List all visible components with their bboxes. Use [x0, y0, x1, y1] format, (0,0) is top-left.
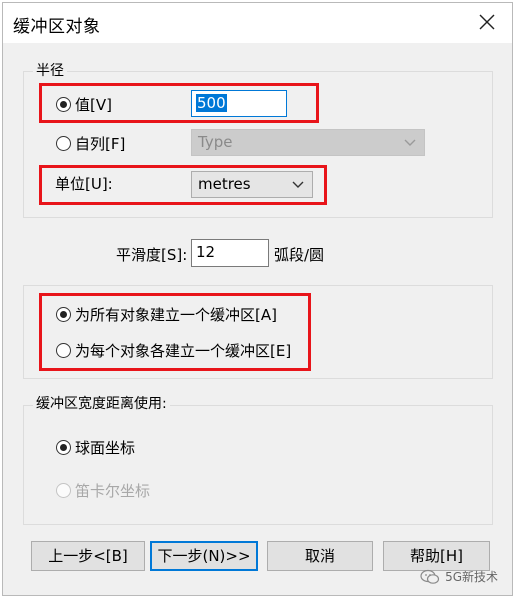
chevron-down-icon — [292, 181, 304, 188]
mode-each-radio[interactable] — [56, 342, 71, 358]
back-button[interactable]: 上一步<[B] — [31, 541, 145, 571]
cartesian-radio — [56, 482, 71, 498]
watermark: 5G新技术 — [420, 568, 498, 585]
spherical-label: 球面坐标 — [75, 438, 136, 457]
distance-group — [23, 405, 493, 525]
smoothness-unit: 弧段/圆 — [274, 246, 325, 264]
cancel-button[interactable]: 取消 — [267, 541, 373, 571]
close-icon — [479, 14, 495, 30]
mode-each-option[interactable]: 为每个对象各建立一个缓冲区[E] — [56, 338, 291, 362]
close-button[interactable] — [476, 11, 498, 33]
value-radio[interactable] — [56, 96, 71, 112]
spherical-option[interactable]: 球面坐标 — [56, 435, 135, 459]
dialog-body: 半径 值[V] 500 自列[F] Type 单位[U]: metres 平滑度… — [3, 43, 512, 595]
cartesian-option: 笛卡尔坐标 — [56, 478, 150, 502]
smoothness-label: 平滑度[S]: — [116, 246, 188, 264]
help-button[interactable]: 帮助[H] — [383, 541, 490, 571]
wechat-icon — [420, 569, 440, 584]
buffer-mode-group — [23, 285, 493, 379]
mode-each-label: 为每个对象各建立一个缓冲区[E] — [75, 341, 292, 360]
mode-all-radio[interactable] — [56, 306, 71, 322]
next-button[interactable]: 下一步(N)>> — [150, 541, 258, 571]
value-radio-option[interactable]: 值[V] — [56, 92, 112, 116]
radius-value-input[interactable]: 500 — [191, 90, 287, 117]
unit-label: 单位[U]: — [55, 175, 113, 193]
field-radio-label: 自列[F] — [75, 134, 126, 153]
field-radio[interactable] — [56, 135, 71, 151]
cartesian-label: 笛卡尔坐标 — [75, 481, 151, 500]
radius-value-text: 500 — [196, 94, 227, 112]
distance-group-legend: 缓冲区宽度距离使用: — [33, 396, 170, 412]
dialog-window: 缓冲区对象 半径 值[V] 500 自列[F] Type 单位[U]: metr… — [2, 2, 513, 596]
field-combo: Type — [191, 129, 425, 156]
value-radio-label: 值[V] — [75, 95, 112, 114]
mode-all-label: 为所有对象建立一个缓冲区[A] — [75, 305, 277, 324]
radius-group-legend: 半径 — [33, 63, 67, 79]
title-bar: 缓冲区对象 — [3, 3, 512, 43]
unit-combo[interactable]: metres — [191, 171, 313, 198]
spherical-radio[interactable] — [56, 439, 71, 455]
smoothness-value: 12 — [196, 243, 216, 261]
watermark-text: 5G新技术 — [445, 570, 498, 584]
field-combo-value: Type — [198, 133, 233, 151]
window-title: 缓冲区对象 — [13, 17, 101, 37]
field-radio-option[interactable]: 自列[F] — [56, 131, 125, 155]
smoothness-input[interactable]: 12 — [191, 239, 269, 267]
mode-all-option[interactable]: 为所有对象建立一个缓冲区[A] — [56, 302, 277, 326]
chevron-down-icon — [404, 139, 416, 146]
unit-combo-value: metres — [198, 175, 251, 193]
